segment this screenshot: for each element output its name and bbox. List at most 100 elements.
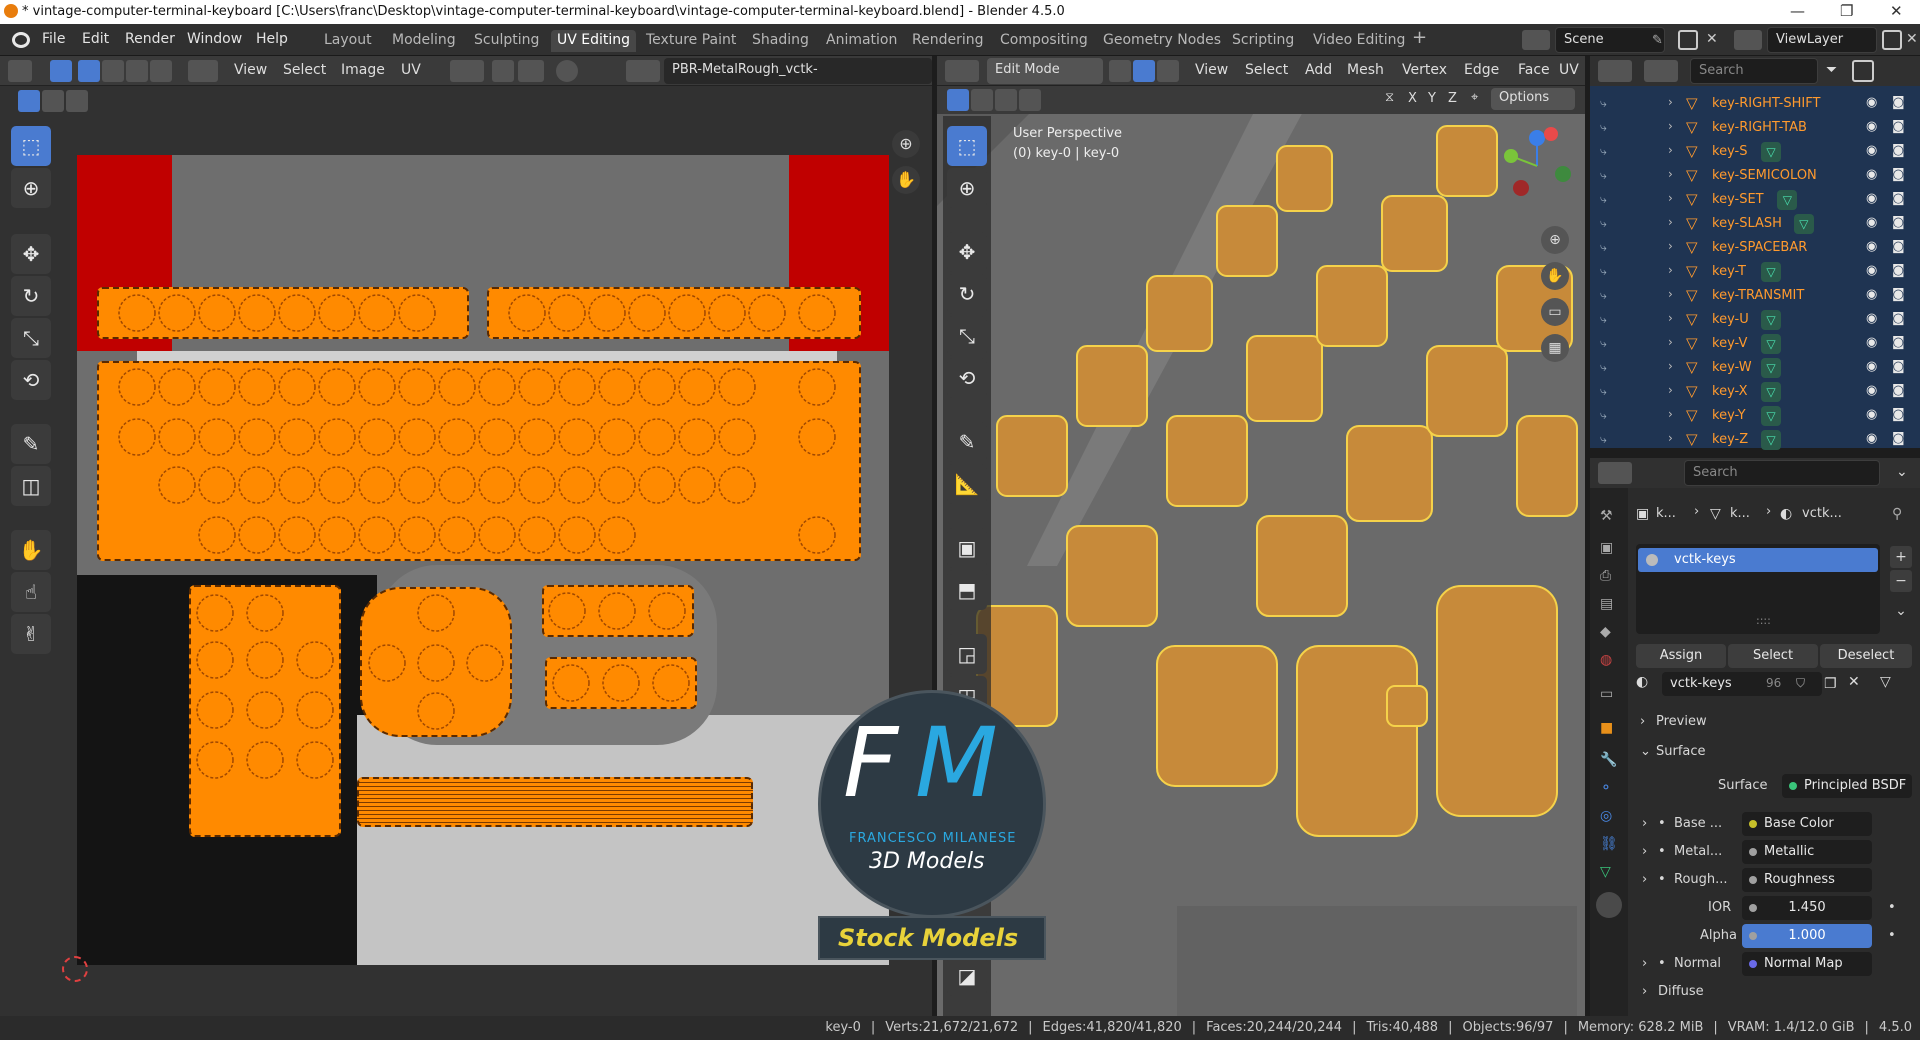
select-subtract-icon[interactable]: [66, 90, 88, 112]
rotate-tool-icon[interactable]: ↻: [11, 276, 51, 316]
vp-scale-tool-icon[interactable]: ⤡: [947, 316, 987, 356]
move-tool-icon[interactable]: ✥: [11, 234, 51, 274]
pivot-icon[interactable]: [450, 60, 484, 82]
edge-mode-icon[interactable]: [1133, 60, 1155, 82]
particles-tab-icon[interactable]: ⚬: [1600, 780, 1612, 796]
mesh-data-icon[interactable]: ▽: [1761, 430, 1781, 450]
outliner-item-label[interactable]: key-Y: [1712, 408, 1746, 423]
zoom-icon[interactable]: ⊕: [892, 130, 920, 158]
sticky-select-icon[interactable]: [188, 60, 218, 82]
snap-icon[interactable]: ⌖: [1471, 90, 1478, 105]
physics-tab-icon[interactable]: ◎: [1600, 808, 1612, 824]
menu-render[interactable]: Render: [125, 31, 175, 47]
mesh-data-icon[interactable]: ▽: [1777, 190, 1798, 210]
tab-sculpting[interactable]: Sculpting: [468, 30, 545, 52]
visibility-eye-icon[interactable]: ◉: [1866, 383, 1877, 398]
tab-animation[interactable]: Animation: [820, 30, 903, 52]
vp-shear-tool-icon[interactable]: ◪: [947, 956, 987, 996]
outliner-item-label[interactable]: key-SEMICOLON: [1712, 168, 1817, 183]
vp-select-extend-icon[interactable]: [971, 89, 993, 111]
expand-chevron-icon[interactable]: ›: [1668, 287, 1673, 301]
grab-tool-icon[interactable]: ✋: [11, 530, 51, 570]
visibility-eye-icon[interactable]: ◉: [1866, 215, 1877, 230]
outliner-item-label[interactable]: key-T: [1712, 264, 1746, 279]
vp-cursor-tool-icon[interactable]: ⊕: [947, 168, 987, 208]
visibility-eye-icon[interactable]: ◉: [1866, 287, 1877, 302]
menu-edit[interactable]: Edit: [82, 31, 109, 47]
navigation-gizmo[interactable]: [1497, 126, 1577, 206]
vp-camera-icon[interactable]: ▭: [1541, 298, 1569, 326]
minimize-button[interactable]: —: [1790, 2, 1805, 20]
blender-menu-icon[interactable]: [12, 32, 30, 48]
island-select-icon[interactable]: [150, 60, 172, 82]
material-tab-icon[interactable]: [1596, 892, 1622, 918]
outliner-item-label[interactable]: key-X: [1712, 384, 1747, 399]
expand-chevron-icon[interactable]: ›: [1668, 335, 1673, 349]
mesh-data-icon[interactable]: ▽: [1761, 382, 1781, 402]
mesh-data-icon[interactable]: ▽: [1761, 310, 1781, 330]
snap-target-icon[interactable]: [518, 60, 544, 82]
surface-chevron[interactable]: ⌄: [1640, 744, 1651, 759]
ior-field[interactable]: 1.450: [1742, 896, 1872, 920]
object-tab-icon[interactable]: ■: [1600, 720, 1613, 736]
render-camera-icon[interactable]: ◙: [1892, 239, 1905, 254]
data-tab-icon[interactable]: ▽: [1600, 864, 1611, 880]
expand-chevron-icon[interactable]: ›: [1668, 383, 1673, 397]
metallic-field[interactable]: Metallic: [1742, 840, 1872, 864]
mesh-data-icon[interactable]: ▽: [1761, 406, 1781, 426]
render-camera-icon[interactable]: ◙: [1892, 311, 1905, 326]
outliner-item[interactable]: ⤷ › ▽ key-S ▽ ◉ ◙: [1590, 140, 1920, 164]
vp-zoom-icon[interactable]: ⊕: [1541, 226, 1569, 254]
render-camera-icon[interactable]: ◙: [1892, 335, 1905, 350]
diffuse-panel-title[interactable]: Diffuse: [1658, 984, 1704, 999]
mirror-z-toggle[interactable]: Z: [1448, 91, 1457, 106]
visibility-eye-icon[interactable]: ◉: [1866, 263, 1877, 278]
mesh-data-icon[interactable]: ▽: [1793, 214, 1814, 234]
select-tool-icon[interactable]: ⬚: [11, 126, 51, 166]
tab-uv-editing[interactable]: UV Editing: [551, 30, 637, 52]
menu-help[interactable]: Help: [256, 31, 288, 47]
expand-chevron-icon[interactable]: ›: [1668, 239, 1673, 253]
expand-chevron-icon[interactable]: ›: [1668, 143, 1673, 157]
outliner-item[interactable]: ⤷ › ▽ key-V ▽ ◉ ◙: [1590, 332, 1920, 356]
cursor-tool-icon[interactable]: ⊕: [11, 168, 51, 208]
modifier-tab-icon[interactable]: 🔧: [1600, 752, 1617, 768]
preview-chevron[interactable]: ›: [1640, 714, 1645, 729]
remove-viewlayer-icon[interactable]: ✕: [1906, 31, 1918, 47]
uv-menu-image[interactable]: Image: [341, 62, 385, 78]
render-camera-icon[interactable]: ◙: [1892, 215, 1905, 230]
deselect-button[interactable]: Deselect: [1820, 644, 1912, 668]
outliner-item[interactable]: ⤷ › ▽ key-W ▽ ◉ ◙: [1590, 356, 1920, 380]
menu-file[interactable]: File: [42, 31, 65, 47]
vp-measure-tool-icon[interactable]: 📐: [947, 464, 987, 504]
new-viewlayer-icon[interactable]: [1882, 30, 1902, 50]
output-tab-icon[interactable]: ⎙: [1600, 568, 1611, 584]
expand-chevron-icon[interactable]: ›: [1668, 119, 1673, 133]
render-camera-icon[interactable]: ◙: [1892, 287, 1905, 302]
uv-menu-view[interactable]: View: [234, 62, 267, 78]
visibility-eye-icon[interactable]: ◉: [1866, 335, 1877, 350]
diffuse-chevron[interactable]: ›: [1642, 984, 1647, 999]
outliner-item[interactable]: ⤷ › ▽ key-X ▽ ◉ ◙: [1590, 380, 1920, 404]
mirror-y-toggle[interactable]: Y: [1428, 91, 1436, 106]
resize-handle[interactable]: ::::: [1756, 614, 1771, 627]
vp-extrude-tool-icon[interactable]: ⬒: [947, 570, 987, 610]
vp-menu-select[interactable]: Select: [1245, 62, 1288, 78]
mirror-icon[interactable]: ⧖: [1385, 90, 1394, 105]
vp-menu-uv[interactable]: UV: [1559, 62, 1579, 78]
vp-select-subtract-icon[interactable]: [995, 89, 1017, 111]
render-camera-icon[interactable]: ◙: [1892, 383, 1905, 398]
slot-menu-icon[interactable]: ⌄: [1890, 600, 1912, 622]
remove-slot-button[interactable]: −: [1890, 570, 1912, 592]
outliner-item-label[interactable]: key-TRANSMIT: [1712, 288, 1804, 303]
visibility-eye-icon[interactable]: ◉: [1866, 239, 1877, 254]
mesh-data-icon[interactable]: ▽: [1761, 334, 1781, 354]
pan-icon[interactable]: ✋: [892, 166, 920, 194]
render-camera-icon[interactable]: ◙: [1892, 191, 1905, 206]
image-name-field[interactable]: PBR-MetalRough_vctk-keys_BaseColor.p: [664, 58, 932, 101]
new-collection-icon[interactable]: [1852, 60, 1874, 82]
outliner-editor-type-icon[interactable]: [1598, 60, 1632, 82]
relax-tool-icon[interactable]: ☝: [11, 572, 51, 612]
outliner-item[interactable]: ⤷ › ▽ key-SEMICOLON ◉ ◙: [1590, 164, 1920, 188]
outliner-item[interactable]: ⤷ › ▽ key-T ▽ ◉ ◙: [1590, 260, 1920, 284]
